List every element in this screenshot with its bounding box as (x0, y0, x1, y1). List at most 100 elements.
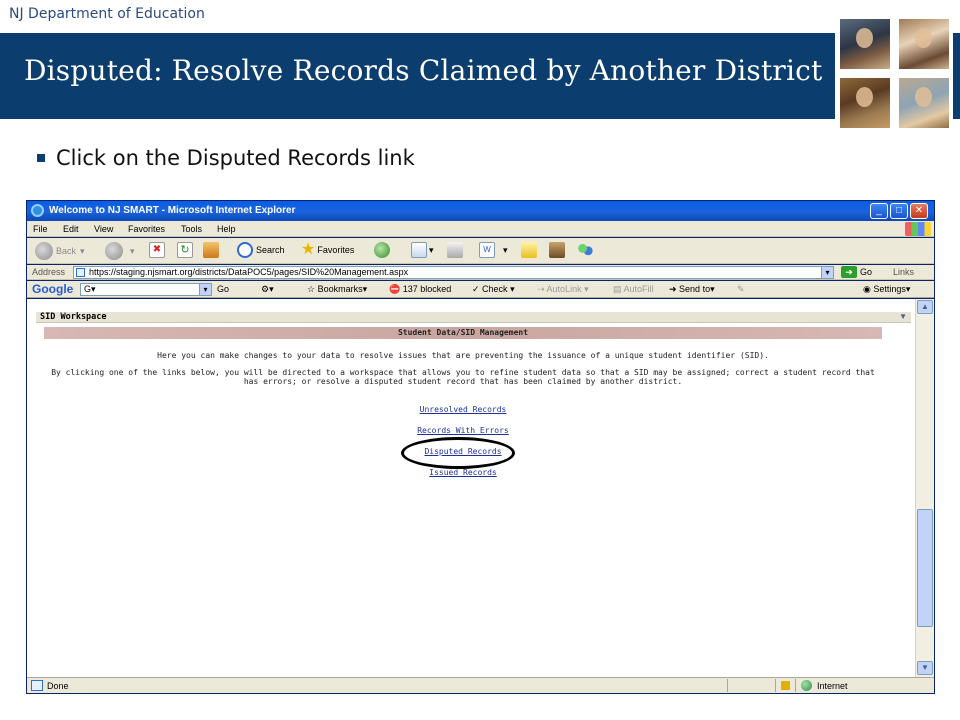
back-arrow-icon (35, 242, 53, 260)
settings-label: Settings▾ (873, 284, 911, 294)
google-search-input[interactable]: G▾ (80, 283, 212, 296)
google-logo: Google (32, 282, 74, 296)
page-icon (76, 268, 85, 277)
word-edit-icon: W (479, 242, 495, 258)
minimize-button[interactable]: _ (870, 203, 888, 219)
address-dropdown-icon[interactable]: ▾ (821, 266, 834, 279)
google-field-value: G▾ (84, 284, 96, 294)
photo-people-1 (840, 19, 890, 69)
maximize-button[interactable]: □ (890, 203, 908, 219)
ie-logo-icon (31, 204, 44, 217)
back-button[interactable]: Back ▾ (35, 242, 85, 260)
autofill-label: AutoFill (623, 284, 654, 294)
home-button[interactable] (203, 242, 221, 258)
forward-button[interactable]: ▾ (105, 242, 135, 260)
bookmarks-button[interactable]: ☆ Bookmarks▾ (307, 284, 367, 295)
menu-edit[interactable]: Edit (63, 224, 79, 234)
go-label: Go (860, 267, 873, 277)
menu-tools[interactable]: Tools (181, 224, 202, 234)
send-to-label: Send to▾ (679, 284, 715, 294)
security-zone-text: Internet (817, 681, 848, 691)
window-title: Welcome to NJ SMART - Microsoft Internet… (49, 205, 296, 216)
blocked-label: 137 blocked (402, 284, 452, 294)
address-url: https://staging.njsmart.org/districts/Da… (89, 267, 409, 277)
scroll-thumb[interactable] (917, 509, 933, 627)
messenger-button[interactable] (577, 242, 595, 258)
windows-logo-icon (905, 222, 931, 236)
scroll-down-icon[interactable]: ▼ (917, 661, 933, 675)
window-titlebar[interactable]: Welcome to NJ SMART - Microsoft Internet… (27, 201, 934, 221)
stop-button[interactable]: ✖ (149, 242, 167, 258)
collapse-arrow-icon[interactable]: ▼ (899, 312, 907, 321)
search-button[interactable]: Search (237, 242, 285, 258)
address-input[interactable]: https://staging.njsmart.org/districts/Da… (73, 266, 833, 279)
records-with-errors-link[interactable]: Records With Errors (44, 426, 882, 435)
instruction-text: Click on the Disputed Records link (56, 146, 415, 170)
autolink-label: AutoLink (546, 284, 582, 294)
home-icon (203, 242, 219, 258)
research-button[interactable] (549, 242, 567, 258)
stop-icon: ✖ (149, 242, 165, 258)
go-arrow-icon: ➔ (841, 266, 857, 278)
standard-toolbar: Back ▾ ▾ ✖ ↻ Search ★ Favorites ▾ W ▾ (27, 238, 934, 264)
spell-check-button[interactable]: ✓ Check ▾ (472, 284, 515, 295)
popup-blocker-button[interactable]: ⛔ 137 blocked (389, 284, 451, 295)
menu-view[interactable]: View (94, 224, 113, 234)
page-status-icon (31, 680, 43, 691)
highlight-icon[interactable]: ✎ (737, 284, 745, 295)
panel-title: Student Data/SID Management (397, 328, 529, 337)
workspace-header[interactable]: SID Workspace ▼ (36, 312, 911, 323)
discuss-button[interactable] (521, 242, 539, 258)
google-go-button[interactable]: Go (217, 284, 229, 294)
settings-button[interactable]: ◉ Settings▾ (863, 284, 910, 295)
check-label: Check (482, 284, 508, 294)
status-divider (795, 679, 796, 692)
org-label: NJ Department of Education (9, 6, 205, 22)
search-label: Search (256, 245, 285, 255)
print-button[interactable] (447, 242, 465, 258)
favorites-button[interactable]: ★ Favorites (301, 242, 354, 258)
favorites-star-icon: ★ (301, 241, 316, 258)
history-icon (374, 242, 390, 258)
close-button[interactable]: ✕ (910, 203, 928, 219)
issued-records-link[interactable]: Issued Records (44, 468, 882, 477)
edit-button[interactable]: W ▾ (479, 242, 508, 258)
workspace-title: SID Workspace (40, 312, 107, 322)
status-bar: Done Internet (27, 677, 934, 693)
favorites-label: Favorites (317, 245, 355, 255)
description-paragraph-2: By clicking one of the links below, you … (51, 368, 875, 386)
photo-people-4 (899, 78, 949, 128)
autolink-button[interactable]: ⇢ AutoLink ▾ (537, 284, 589, 295)
menu-file[interactable]: File (33, 224, 48, 234)
highlight-ellipse (401, 437, 515, 469)
address-label: Address (32, 267, 66, 277)
panel-header: Student Data/SID Management (44, 327, 882, 339)
history-button[interactable] (374, 242, 393, 258)
send-to-button[interactable]: ➜ Send to▾ (669, 284, 715, 295)
status-divider (727, 679, 728, 692)
vertical-scrollbar[interactable]: ▲ ▼ (915, 299, 934, 677)
autofill-button[interactable]: ▤ AutoFill (613, 284, 654, 295)
google-options-icon[interactable]: ⚙▾ (261, 284, 274, 295)
print-icon (447, 242, 463, 258)
google-toolbar: Google G▾ ▾ Go ⚙▾ ☆ Bookmarks▾ ⛔ 137 blo… (27, 281, 934, 298)
google-dropdown-icon[interactable]: ▾ (199, 283, 212, 296)
links-button[interactable]: Links (893, 267, 914, 277)
menu-bar: File Edit View Favorites Tools Help (27, 221, 934, 237)
page-content: SID Workspace ▼ Student Data/SID Managem… (27, 299, 915, 677)
status-text: Done (47, 681, 69, 691)
unresolved-records-link[interactable]: Unresolved Records (44, 405, 882, 414)
search-icon (237, 242, 253, 258)
menu-help[interactable]: Help (217, 224, 236, 234)
slide-title: Disputed: Resolve Records Claimed by Ano… (24, 54, 823, 87)
back-label: Back (56, 246, 77, 256)
browser-window: Welcome to NJ SMART - Microsoft Internet… (26, 200, 935, 694)
go-button[interactable]: ➔ Go (841, 266, 872, 278)
menu-favorites[interactable]: Favorites (128, 224, 165, 234)
refresh-button[interactable]: ↻ (177, 242, 195, 258)
scroll-up-icon[interactable]: ▲ (917, 300, 933, 314)
internet-zone-icon (801, 680, 812, 691)
square-bullet-icon (37, 154, 45, 162)
mail-button[interactable]: ▾ (411, 242, 434, 258)
lock-icon (781, 681, 790, 690)
